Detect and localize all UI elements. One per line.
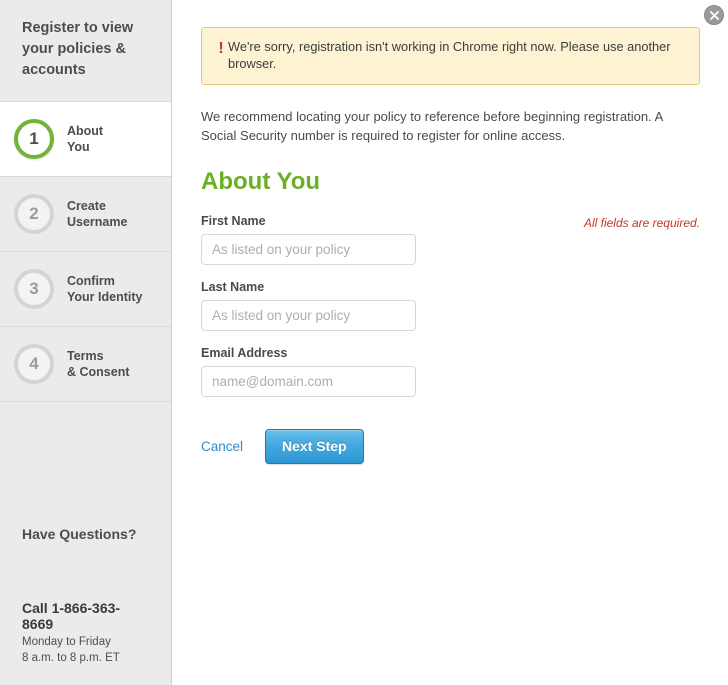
exclamation-icon: ! [218,40,224,57]
last-name-label: Last Name [201,279,265,294]
email-address-label: Email Address [201,345,288,360]
form-row-first-name: All fields are required. First Name [201,214,700,265]
step-label: Confirm Your Identity [67,273,143,305]
step-label: Terms & Consent [67,348,130,380]
step-number-badge: 4 [14,344,54,385]
sidebar-step-about-you[interactable]: 1 About You [0,102,171,178]
step-number-badge: 1 [14,119,54,160]
main-content: ! We're sorry, registration isn't workin… [173,0,728,685]
help-section: Have Questions? Call 1-866-363-8669 Mond… [0,502,171,673]
close-button[interactable] [704,5,724,25]
step-label: Create Username [67,198,128,230]
browser-warning-text: We're sorry, registration isn't working … [228,39,671,72]
form-row-email-address: Email Address [201,346,700,397]
step-number-badge: 2 [14,194,54,235]
browser-warning-banner: ! We're sorry, registration isn't workin… [201,27,700,85]
help-hours-line-1: Monday to Friday [22,636,111,649]
help-phone-number: Call 1-866-363-8669 [22,600,121,633]
sidebar-header: Register to view your policies & account… [0,0,171,103]
first-name-input[interactable] [201,233,416,265]
sidebar-title: Register to view your policies & account… [22,20,134,79]
next-step-button[interactable]: Next Step [265,428,364,464]
registration-modal: Register to view your policies & account… [0,0,728,685]
page-title: About You [201,167,321,195]
required-fields-note: All fields are required. [583,215,700,230]
help-hours-line-2: 8 a.m. to 8 p.m. ET [22,652,120,665]
intro-paragraph: We recommend locating your policy to ref… [201,108,663,144]
help-title: Have Questions? [22,526,137,543]
sidebar: Register to view your policies & account… [0,0,172,685]
step-number-badge: 3 [14,269,54,310]
form-actions: Cancel Next Step [201,428,700,464]
sidebar-step-create-username[interactable]: 2 Create Username [0,177,171,253]
email-address-input[interactable] [201,365,416,397]
close-icon [709,10,719,20]
cancel-link[interactable]: Cancel [201,439,243,454]
sidebar-step-confirm-identity[interactable]: 3 Confirm Your Identity [0,252,171,328]
sidebar-step-terms-consent[interactable]: 4 Terms & Consent [0,327,171,403]
step-list: 1 About You 2 Create Username 3 Confirm … [0,102,171,403]
step-label: About You [67,123,104,155]
form-row-last-name: Last Name [201,280,700,331]
last-name-input[interactable] [201,299,416,331]
